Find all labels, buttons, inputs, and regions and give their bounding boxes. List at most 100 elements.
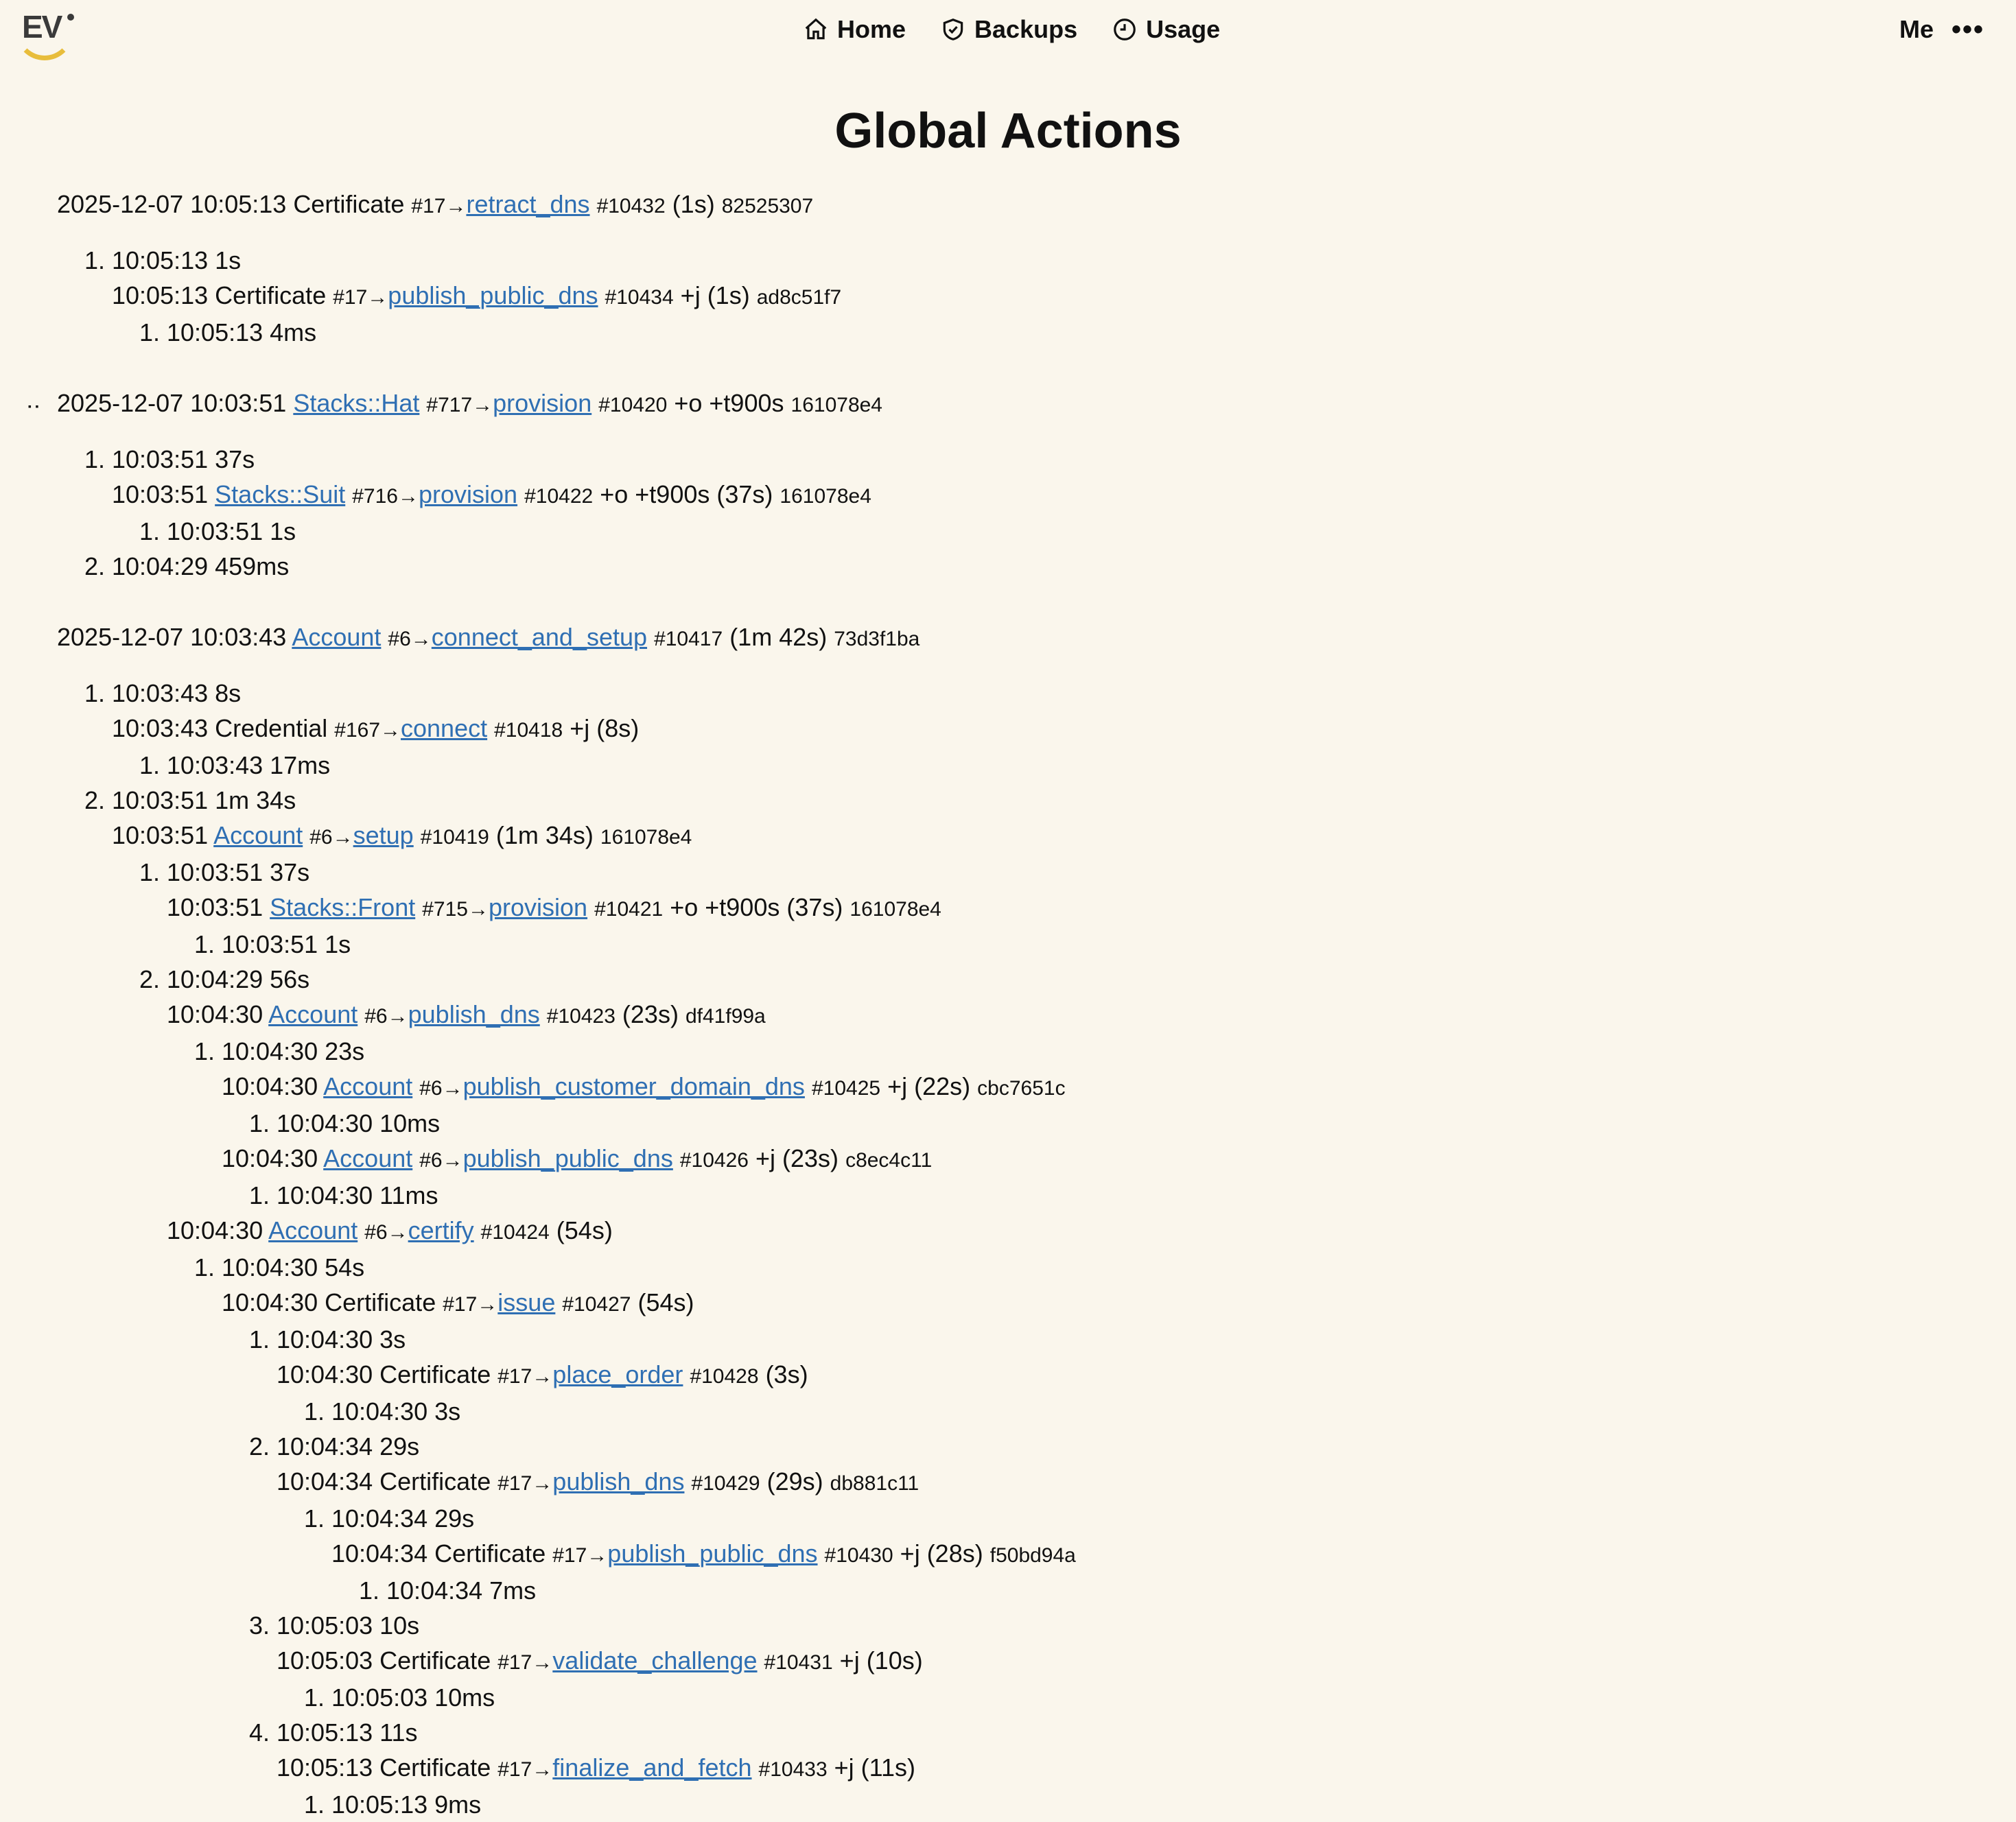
child-hash: c8ec4c11 [845,1149,933,1172]
child-action-id: #10434 [605,286,674,309]
child-action-link[interactable]: connect [401,714,487,742]
me-label[interactable]: Me [1899,15,1934,44]
child-model: Certificate [434,1539,546,1567]
child-timestamp: 10:04:30 [167,1000,263,1028]
step-text: 10:04:34 29s [331,1504,475,1533]
step-item: 10:03:51 1s [222,927,2016,962]
entry-action-link[interactable]: connect_and_setup [432,623,647,651]
entry-timestamp: 2025-12-07 10:05:13 [57,190,287,218]
entry-header: ⠐⠂ 2025-12-07 10:03:51 Stacks::Hat #717→… [21,386,2016,423]
child-action-link[interactable]: certify [408,1216,474,1244]
child-action-link[interactable]: setup [353,821,414,849]
step-list: 10:03:43 17ms [112,748,2016,783]
child-hash: df41f99a [685,1005,766,1028]
child-action-link[interactable]: finalize_and_fetch [552,1753,751,1782]
child-id: #17→ [552,1544,608,1567]
child-hash: 161078e4 [780,485,871,508]
child-model-link[interactable]: Stacks::Suit [215,480,345,508]
user-menu[interactable]: Me ••• [1899,15,1984,44]
child-model: Certificate [325,1288,436,1316]
child-model-link[interactable]: Account [323,1144,412,1172]
entry-model-link[interactable]: Stacks::Hat [293,389,419,417]
more-dots-icon[interactable]: ••• [1951,16,1984,43]
step-item: 10:04:30 3s 10:04:30 Certificate #17→pla… [277,1322,2016,1429]
child-hash: ad8c51f7 [756,286,842,309]
child-model: Certificate [379,1753,491,1782]
child-timestamp: 10:04:30 [222,1288,318,1316]
child-action-id: #10428 [690,1365,759,1388]
step-list: 10:04:34 29s 10:04:34 Certificate #17→pu… [277,1501,2016,1608]
child-action-link[interactable]: place_order [552,1360,683,1388]
step-list: 10:04:30 3s 10:04:30 Certificate #17→pla… [222,1322,2016,1822]
entry-hash: 82525307 [721,195,814,217]
child-model-link[interactable]: Account [213,821,303,849]
child-flags: +j (1s) [680,281,750,309]
child-action-link[interactable]: publish_public_dns [463,1144,673,1172]
clock-icon [1114,19,1136,40]
logo-arc [15,21,74,60]
child-action-id: #10427 [562,1293,631,1316]
child-action-id: #10425 [811,1077,881,1100]
child-model-link[interactable]: Account [268,1216,358,1244]
child-id: #6→ [309,826,353,849]
child-action-id: #10433 [758,1758,828,1781]
child-action-link[interactable]: validate_challenge [552,1646,757,1675]
child-hash: cbc7651c [977,1077,1066,1100]
child-model: Certificate [379,1360,491,1388]
step-item: 10:04:30 10ms [277,1106,2016,1141]
child-action-link[interactable]: publish_dns [408,1000,540,1028]
child-flags: +j (28s) [900,1539,983,1567]
child-action-link[interactable]: publish_customer_domain_dns [463,1072,805,1100]
child-action: 10:05:03 Certificate #17→validate_challe… [277,1643,2016,1680]
child-model-link[interactable]: Account [268,1000,358,1028]
child-action: 10:03:51 Stacks::Suit #716→provision #10… [112,477,2016,514]
app-logo[interactable]: EV [12,4,75,62]
nav-home[interactable]: Home [803,15,906,44]
entry-action-link[interactable]: provision [493,389,591,417]
child-id: #17→ [497,1651,553,1674]
child-action: 10:04:30 Certificate #17→issue #10427 (5… [222,1285,2016,1322]
child-model-link[interactable]: Account [323,1072,412,1100]
child-action-id: #10418 [494,719,563,742]
child-flags: +o +t900s (37s) [600,480,773,508]
child-flags: (54s) [637,1288,694,1316]
child-timestamp: 10:05:13 [277,1753,373,1782]
top-bar: EV Home Backups Usage Me ••• [0,0,2016,69]
child-action-id: #10423 [546,1005,616,1028]
step-text: 10:03:43 8s [112,679,242,707]
child-action-link[interactable]: publish_public_dns [388,281,598,309]
child-action: 10:03:51 Stacks::Front #715→provision #1… [167,890,2016,927]
child-action-link[interactable]: provision [489,893,587,921]
child-action-link[interactable]: provision [419,480,517,508]
entry-model-link[interactable]: Account [292,623,381,651]
child-flags: +j (11s) [834,1753,916,1782]
child-action: 10:03:51 Account #6→setup #10419 (1m 34s… [112,818,2016,855]
child-action-link[interactable]: issue [497,1288,555,1316]
child-action-id: #10424 [480,1221,550,1244]
step-text: 10:04:30 3s [277,1325,406,1353]
page-title: Global Actions [834,104,1182,158]
entry-action-id: #10432 [596,195,666,217]
child-timestamp: 10:04:34 [331,1539,428,1567]
step-item: 10:05:13 1s 10:05:13 Certificate #17→pub… [112,243,2016,350]
entry-action-id: #10417 [654,628,723,650]
child-model: Certificate [379,1646,491,1675]
nav-usage[interactable]: Usage [1112,15,1220,44]
entry-action-link[interactable]: retract_dns [466,190,589,218]
action-entry: 2025-12-07 10:05:13 Certificate #17→retr… [57,187,2016,350]
child-action-link[interactable]: publish_dns [552,1467,684,1495]
entry-id: #17→ [411,195,467,217]
entry-id: #717→ [426,394,493,416]
child-id: #716→ [352,485,419,508]
entry-model: Certificate [293,190,405,218]
step-list: 10:04:30 23s 10:04:30 Account #6→publish… [167,1034,2016,1213]
child-action-id: #10429 [691,1472,760,1495]
child-model-link[interactable]: Stacks::Front [270,893,415,921]
child-action-link[interactable]: publish_public_dns [607,1539,817,1567]
child-action: 10:04:30 Account #6→publish_customer_dom… [222,1069,2016,1106]
step-text: 10:04:30 23s [222,1037,365,1065]
child-action: 10:04:30 Account #6→publish_dns #10423 (… [167,997,2016,1034]
child-id: #167→ [334,719,401,742]
step-text: 10:04:29 56s [167,965,310,993]
nav-backups[interactable]: Backups [940,15,1077,44]
